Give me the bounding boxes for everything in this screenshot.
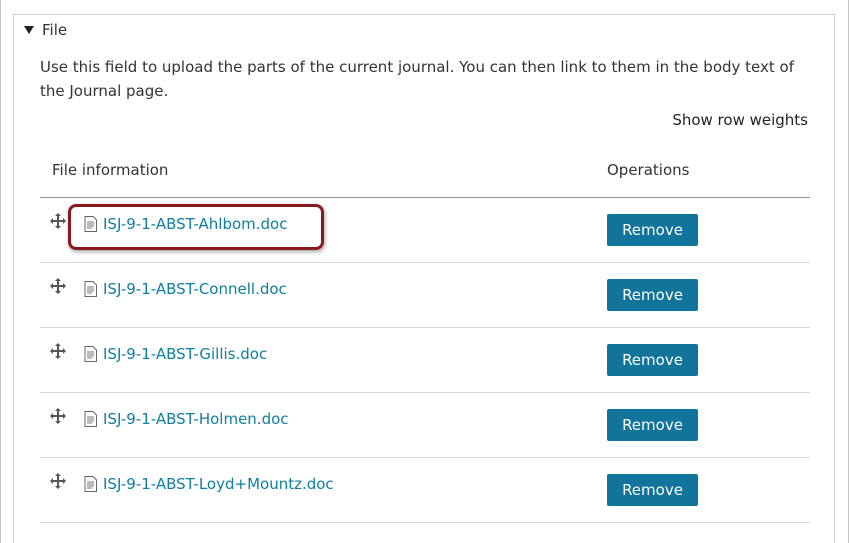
file-table: File information Operations ISJ-9-1-ABST… [40,146,810,523]
header-file-information: File information [52,161,169,179]
document-icon [84,281,97,297]
file-link[interactable]: ISJ-9-1-ABST-Gillis.doc [103,345,267,363]
table-row: ISJ-9-1-ABST-Connell.doc Remove [40,263,810,328]
remove-button[interactable]: Remove [607,474,698,506]
remove-button[interactable]: Remove [607,409,698,441]
document-icon [84,346,97,362]
document-icon [84,411,97,427]
table-header: File information Operations [40,146,810,198]
file-link[interactable]: ISJ-9-1-ABST-Loyd+Mountz.doc [103,475,334,493]
fieldset-legend: File [42,21,68,39]
file-fieldset-toggle[interactable]: File [24,21,67,39]
move-arrows-icon[interactable] [50,473,66,489]
remove-button[interactable]: Remove [607,344,698,376]
file-link[interactable]: ISJ-9-1-ABST-Connell.doc [103,280,287,298]
file-item: ISJ-9-1-ABST-Holmen.doc [84,410,289,428]
field-description: Use this field to upload the parts of th… [40,58,794,100]
table-row: ISJ-9-1-ABST-Holmen.doc Remove [40,393,810,458]
move-arrows-icon[interactable] [50,213,66,229]
table-row: ISJ-9-1-ABST-Ahlbom.doc Remove [40,198,810,263]
screen: File Use this field to upload the parts … [0,0,849,543]
triangle-down-icon [24,26,34,34]
file-item: ISJ-9-1-ABST-Ahlbom.doc [84,215,287,233]
file-link[interactable]: ISJ-9-1-ABST-Ahlbom.doc [103,215,287,233]
file-fieldset: File Use this field to upload the parts … [13,14,835,543]
move-arrows-icon[interactable] [50,343,66,359]
remove-button[interactable]: Remove [607,279,698,311]
file-item: ISJ-9-1-ABST-Loyd+Mountz.doc [84,475,334,493]
remove-button[interactable]: Remove [607,214,698,246]
table-row: ISJ-9-1-ABST-Loyd+Mountz.doc Remove [40,458,810,523]
header-operations: Operations [607,161,690,179]
move-arrows-icon[interactable] [50,278,66,294]
move-arrows-icon[interactable] [50,408,66,424]
table-row: ISJ-9-1-ABST-Gillis.doc Remove [40,328,810,393]
file-link[interactable]: ISJ-9-1-ABST-Holmen.doc [103,410,289,428]
document-icon [84,216,97,232]
document-icon [84,476,97,492]
file-item: ISJ-9-1-ABST-Connell.doc [84,280,287,298]
file-item: ISJ-9-1-ABST-Gillis.doc [84,345,267,363]
show-row-weights-link[interactable]: Show row weights [672,111,808,129]
